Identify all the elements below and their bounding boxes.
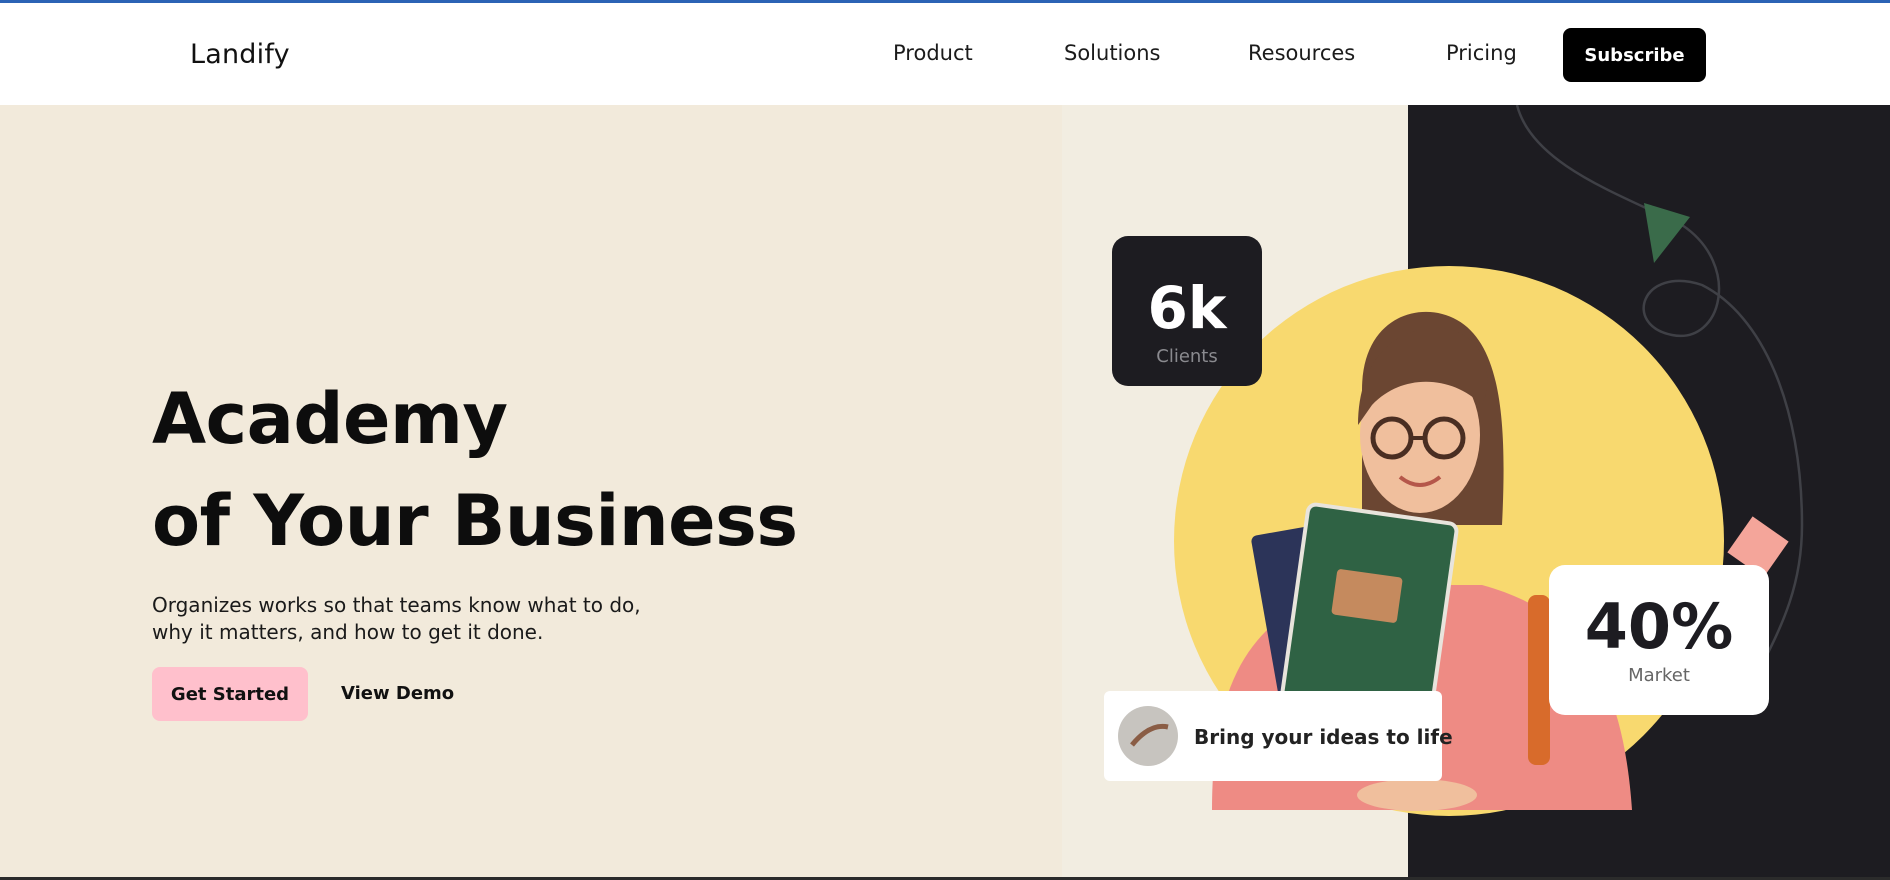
stat-card-market: 40% Market: [1549, 565, 1769, 715]
stat-market-value: 40%: [1585, 590, 1733, 663]
subscribe-button[interactable]: Subscribe: [1563, 28, 1706, 82]
hero-illustration-art: 6k Clients 40% Market Bring your ideas t…: [1062, 105, 1890, 880]
stat-card-clients: 6k Clients: [1112, 236, 1262, 386]
stat-market-label: Market: [1628, 665, 1690, 686]
nav-solutions[interactable]: Solutions: [1064, 41, 1161, 65]
hero-title-line-1: Academy: [152, 378, 508, 460]
stat-clients-label: Clients: [1156, 346, 1218, 367]
hero-subtitle-line-2: why it matters, and how to get it done.: [152, 620, 544, 644]
hero-subtitle-line-1: Organizes works so that teams know what …: [152, 593, 641, 617]
view-demo-link[interactable]: View Demo: [341, 683, 454, 704]
stat-clients-value: 6k: [1148, 274, 1228, 342]
nav-pricing[interactable]: Pricing: [1446, 41, 1517, 65]
hero-title-line-2: of Your Business: [152, 480, 798, 562]
hero-illustration: 6k Clients 40% Market Bring your ideas t…: [1062, 105, 1890, 880]
ideas-badge: Bring your ideas to life: [1104, 691, 1453, 781]
site-header: Landify Product Solutions Resources Pric…: [0, 3, 1890, 105]
get-started-button[interactable]: Get Started: [152, 667, 308, 721]
ideas-badge-text: Bring your ideas to life: [1194, 725, 1453, 749]
nav-product[interactable]: Product: [893, 41, 973, 65]
avatar: [1118, 706, 1178, 766]
nav-resources[interactable]: Resources: [1248, 41, 1355, 65]
